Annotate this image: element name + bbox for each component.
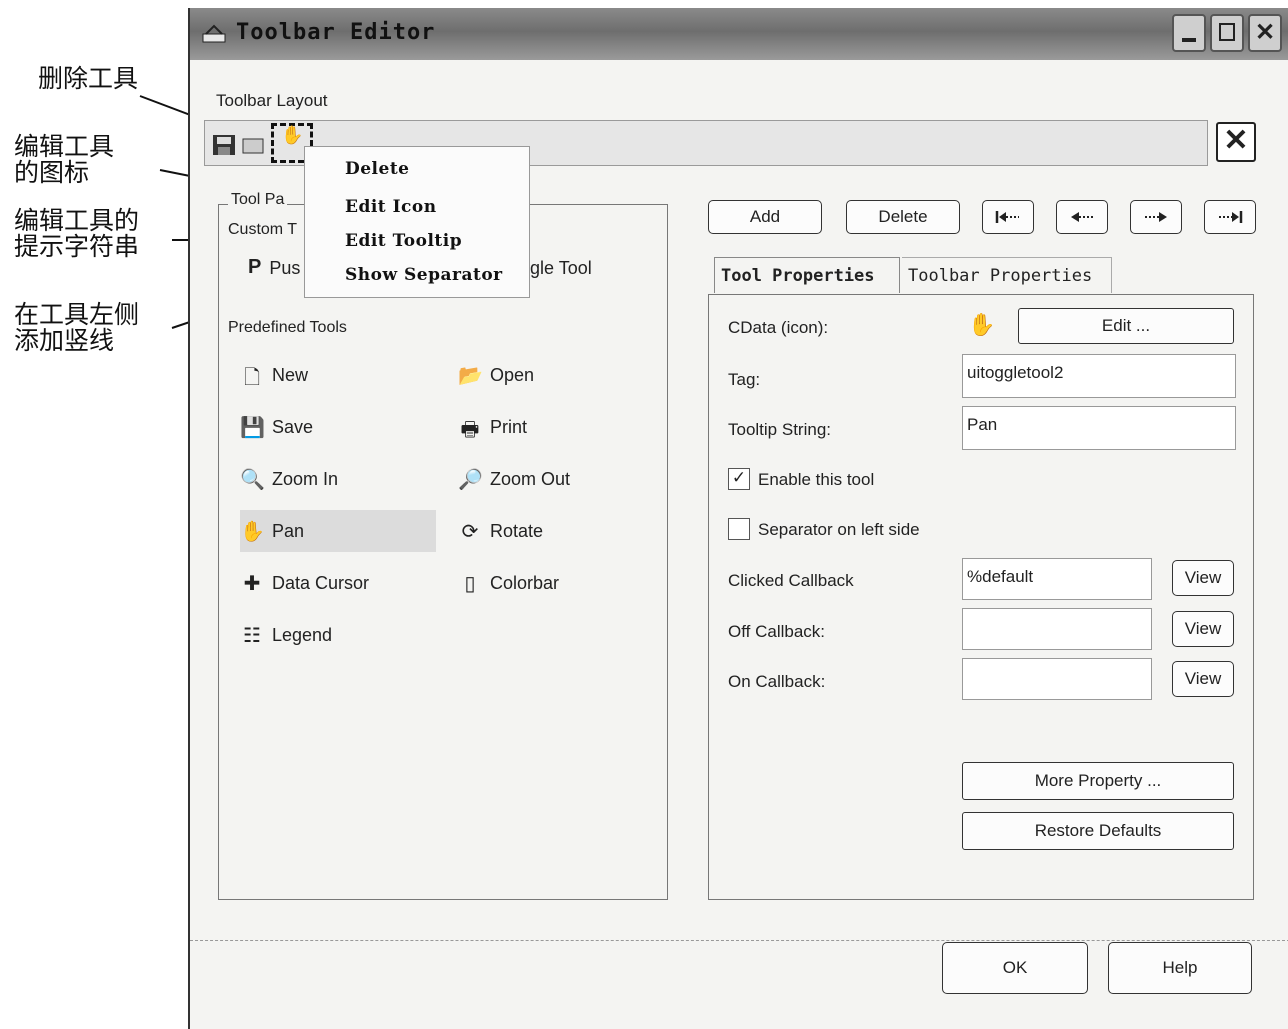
strip-pan-icon: ✋ — [281, 125, 304, 145]
off-callback-label: Off Callback: — [728, 622, 826, 641]
push-tool-label: Pus — [269, 257, 301, 278]
push-tool-icon: P — [248, 256, 262, 278]
predefined-tool-label: New — [272, 364, 309, 385]
cdata-label: CData (icon): — [728, 318, 829, 337]
predefined-tools-label: Predefined Tools — [228, 319, 347, 336]
annotation-edit-icon: 编辑工具 的图标 — [14, 132, 115, 187]
predefined-tool-item[interactable]: ✋ Pan — [240, 510, 436, 552]
predefined-tool-item[interactable]: ☷ Legend — [240, 614, 436, 656]
predefined-tool-label: Zoom Out — [490, 468, 571, 489]
ok-button[interactable]: OK — [942, 942, 1088, 994]
predefined-tool-item[interactable]: 📂 Open — [458, 354, 654, 396]
strip-open-icon[interactable] — [241, 133, 267, 157]
move-right-icon — [1145, 212, 1167, 222]
predefined-tool-item[interactable]: 🖶 Print — [458, 406, 654, 448]
toggle-tool-item[interactable]: gle Tool — [530, 258, 592, 279]
predefined-tool-label: Open — [490, 364, 535, 385]
move-left-icon — [1071, 212, 1093, 222]
tag-input[interactable]: uitoggletool2 — [962, 354, 1236, 398]
annotation-edit-tooltip: 编辑工具的 提示字符串 — [14, 206, 140, 261]
toggle-tool-label: gle Tool — [530, 258, 592, 278]
colorbar-icon: ▯ — [464, 573, 476, 595]
tool-context-menu: Delete Edit Icon Edit Tooltip Show Separ… — [304, 146, 530, 298]
separator-checkbox[interactable] — [728, 518, 750, 540]
view-on-callback-button[interactable]: View — [1172, 661, 1234, 697]
custom-tools-label: Custom T — [228, 221, 298, 238]
toolbar-layout-label: Toolbar Layout — [216, 91, 328, 110]
save-icon: 💾 — [240, 417, 265, 439]
context-menu-edit-tooltip[interactable]: Edit Tooltip — [345, 231, 462, 251]
on-callback-input[interactable] — [962, 658, 1152, 700]
tooltip-string-input[interactable]: Pan — [962, 406, 1236, 450]
rotate-icon: ⟳ — [461, 521, 479, 543]
annotation-delete-tool: 删除工具 — [38, 64, 139, 93]
move-right-button[interactable] — [1130, 200, 1182, 234]
off-callback-input[interactable] — [962, 608, 1152, 650]
clicked-callback-input[interactable]: %default — [962, 558, 1152, 600]
predefined-tool-item[interactable]: 🔍 Zoom In — [240, 458, 436, 500]
predefined-tool-label: Pan — [272, 520, 305, 541]
predefined-tool-item[interactable]: 💾 Save — [240, 406, 436, 448]
predefined-tool-label: Print — [490, 416, 528, 437]
view-off-callback-button[interactable]: View — [1172, 611, 1234, 647]
enable-tool-label: Enable this tool — [758, 470, 875, 489]
window-title: Toolbar Editor — [236, 20, 436, 45]
close-icon[interactable]: ✕ — [1248, 14, 1282, 52]
help-button[interactable]: Help — [1108, 942, 1252, 994]
pan-hand-icon: ✋ — [240, 521, 265, 543]
tool-palette-group — [218, 204, 668, 900]
context-menu-show-separator[interactable]: Show Separator — [345, 265, 503, 285]
predefined-tool-item[interactable]: 🔎 Zoom Out — [458, 458, 654, 500]
new-file-icon: 🗋 — [243, 367, 261, 389]
remove-tool-button[interactable]: ✕ — [1216, 122, 1256, 162]
context-menu-edit-icon[interactable]: Edit Icon — [345, 197, 437, 217]
clicked-callback-label: Clicked Callback — [728, 571, 854, 590]
cdata-pan-icon: ✋ — [968, 312, 996, 337]
edit-icon-button[interactable]: Edit ... — [1018, 308, 1234, 344]
predefined-tool-item[interactable]: ✚ Data Cursor — [240, 562, 436, 604]
predefined-tool-label: Rotate — [490, 520, 544, 541]
legend-icon: ☷ — [243, 625, 261, 647]
restore-defaults-button[interactable]: Restore Defaults — [962, 812, 1234, 850]
minimize-icon[interactable] — [1172, 14, 1206, 52]
add-button[interactable]: Add — [708, 200, 822, 234]
tag-label: Tag: — [728, 370, 761, 389]
tab-toolbar-properties[interactable]: Toolbar Properties — [902, 257, 1112, 293]
app-icon — [202, 24, 226, 43]
move-left-button[interactable] — [1056, 200, 1108, 234]
predefined-tool-item[interactable]: ⟳ Rotate — [458, 510, 654, 552]
annotation-show-separator: 在工具左侧 添加竖线 — [14, 300, 140, 355]
zoom-out-icon: 🔎 — [458, 469, 483, 491]
move-first-button[interactable] — [982, 200, 1034, 234]
predefined-tool-label: Data Cursor — [272, 572, 370, 593]
on-callback-label: On Callback: — [728, 672, 826, 691]
predefined-tool-item[interactable]: ▯ Colorbar — [458, 562, 654, 604]
context-menu-delete[interactable]: Delete — [345, 159, 410, 179]
data-cursor-icon: ✚ — [243, 573, 261, 595]
open-folder-icon: 📂 — [458, 365, 483, 387]
maximize-icon[interactable] — [1210, 14, 1244, 52]
separator-label: Separator on left side — [758, 520, 920, 539]
predefined-tool-label: Colorbar — [490, 572, 560, 593]
delete-button[interactable]: Delete — [846, 200, 960, 234]
tooltip-string-label: Tooltip String: — [728, 420, 831, 439]
move-first-icon — [995, 211, 1019, 223]
predefined-tool-label: Zoom In — [272, 468, 339, 489]
title-bar[interactable]: Toolbar Editor ✕ — [190, 8, 1288, 60]
tool-palette-label: Tool Pa — [228, 191, 288, 209]
more-property-button[interactable]: More Property ... — [962, 762, 1234, 800]
tab-tool-properties[interactable]: Tool Properties — [714, 257, 900, 293]
predefined-tool-label: Legend — [272, 624, 333, 645]
predefined-tool-item[interactable]: 🗋 New — [240, 354, 436, 396]
view-clicked-callback-button[interactable]: View — [1172, 560, 1234, 596]
zoom-in-icon: 🔍 — [240, 469, 265, 491]
push-tool-item[interactable]: P Pus — [248, 256, 300, 280]
print-icon: 🖶 — [460, 419, 480, 441]
move-last-button[interactable] — [1204, 200, 1256, 234]
move-last-icon — [1219, 211, 1243, 223]
footer-divider — [190, 940, 1288, 941]
predefined-tool-label: Save — [272, 416, 314, 437]
enable-tool-checkbox[interactable]: ✓ — [728, 468, 750, 490]
strip-save-icon[interactable] — [211, 133, 237, 157]
